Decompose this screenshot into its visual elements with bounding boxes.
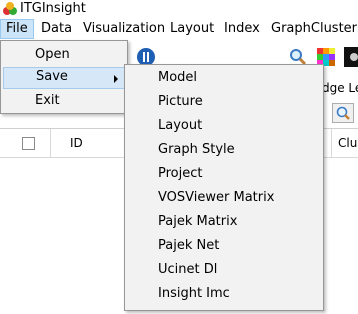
edge-label-text: dge Le: [322, 81, 358, 95]
save-menu-ucinet-dl-label: Ucinet Dl: [158, 262, 218, 277]
menu-bar: File Data Visualization Layout Index Gra…: [0, 19, 358, 40]
dark-image-icon[interactable]: [344, 47, 358, 67]
file-menu-exit-label: Exit: [35, 93, 60, 108]
save-submenu: Model Picture Layout Graph Style Project…: [124, 64, 324, 311]
file-menu-open-label: Open: [35, 47, 70, 62]
save-menu-vosviewer-matrix[interactable]: VOSViewer Matrix: [125, 186, 323, 210]
search-icon: [336, 106, 350, 120]
save-menu-ucinet-dl[interactable]: Ucinet Dl: [125, 258, 323, 282]
save-menu-vosviewer-matrix-label: VOSViewer Matrix: [158, 190, 275, 205]
menu-graphcluster[interactable]: GraphCluster: [266, 19, 358, 39]
menu-file[interactable]: File: [0, 19, 34, 39]
menu-visualization[interactable]: Visualization: [78, 19, 170, 39]
menu-data[interactable]: Data: [36, 19, 77, 39]
save-menu-pajek-net-label: Pajek Net: [158, 238, 220, 253]
save-menu-pajek-matrix[interactable]: Pajek Matrix: [125, 210, 323, 234]
select-all-checkbox[interactable]: [22, 137, 35, 150]
save-menu-graph-style-label: Graph Style: [158, 142, 235, 157]
title-bar: ITGInsight: [0, 0, 358, 18]
save-menu-pajek-matrix-label: Pajek Matrix: [158, 214, 238, 229]
save-menu-layout-label: Layout: [158, 118, 203, 133]
save-menu-pajek-net[interactable]: Pajek Net: [125, 234, 323, 258]
file-menu-save[interactable]: Save: [3, 67, 125, 89]
menu-layout[interactable]: Layout: [165, 19, 219, 39]
save-menu-project[interactable]: Project: [125, 162, 323, 186]
search-button[interactable]: [332, 103, 354, 123]
window-title: ITGInsight: [20, 1, 86, 16]
save-menu-model-label: Model: [158, 70, 198, 85]
save-menu-graph-style[interactable]: Graph Style: [125, 138, 323, 162]
app-logo-icon: [3, 2, 17, 15]
save-menu-model[interactable]: Model: [125, 66, 323, 90]
save-menu-project-label: Project: [158, 166, 203, 181]
file-menu-open[interactable]: Open: [3, 44, 125, 66]
save-menu-picture-label: Picture: [158, 94, 203, 109]
save-menu-layout[interactable]: Layout: [125, 114, 323, 138]
column-divider: [50, 129, 51, 157]
save-menu-insight-imc-label: Insight Imc: [158, 286, 230, 301]
menu-index[interactable]: Index: [219, 19, 265, 39]
file-menu: Open Save Exit: [0, 40, 128, 114]
column-header-id[interactable]: ID: [70, 136, 83, 150]
file-menu-exit[interactable]: Exit: [3, 90, 125, 112]
file-menu-save-label: Save: [36, 69, 68, 84]
column-divider: [331, 129, 332, 157]
save-menu-picture[interactable]: Picture: [125, 90, 323, 114]
column-header-cluster[interactable]: Clu: [338, 136, 357, 150]
chevron-right-icon: [114, 75, 118, 83]
save-menu-insight-imc[interactable]: Insight Imc: [125, 282, 323, 306]
